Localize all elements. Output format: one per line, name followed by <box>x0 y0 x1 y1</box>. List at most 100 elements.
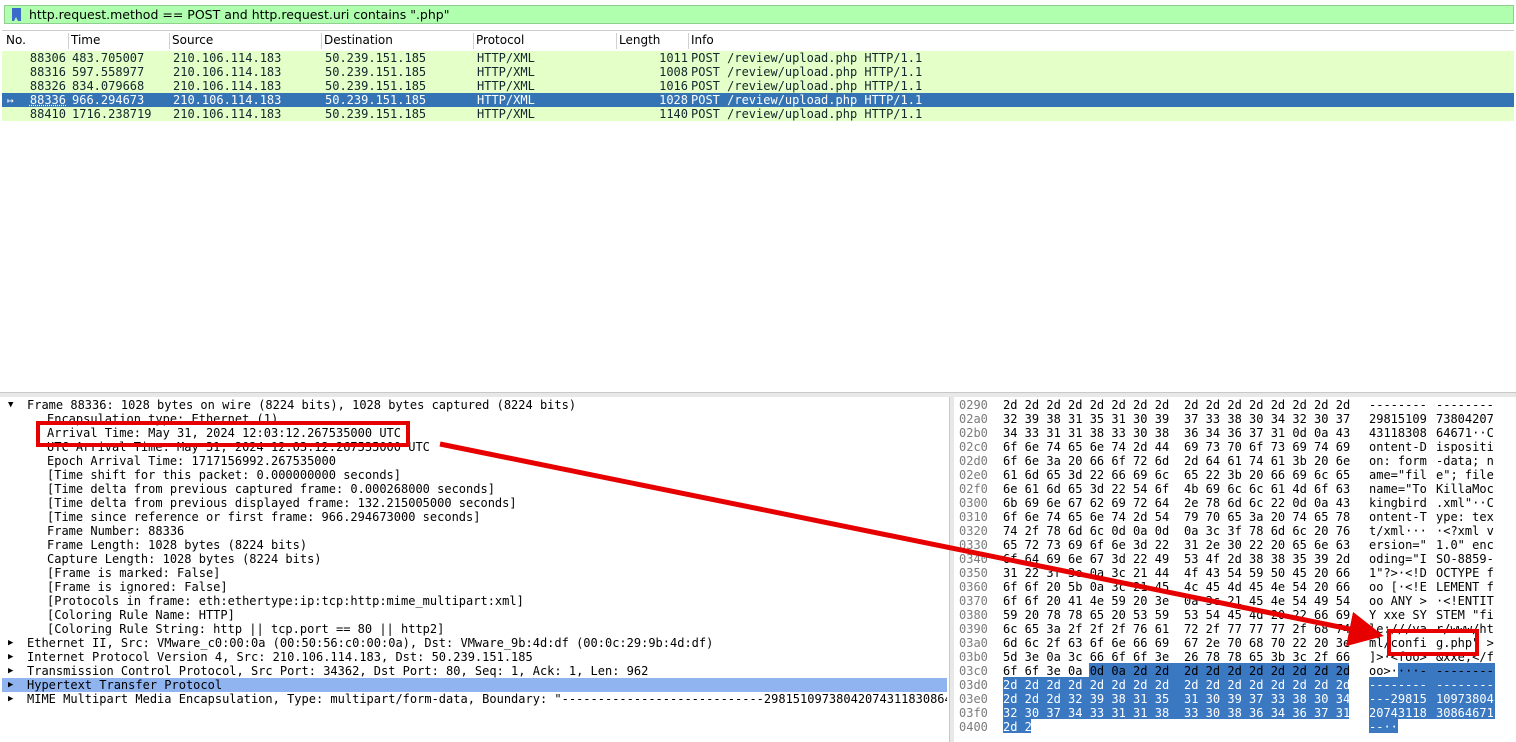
packet-list-header: No. Time Source Destination Protocol Len… <box>2 33 1514 49</box>
display-filter-bar[interactable]: http.request.method == POST and http.req… <box>4 5 1514 24</box>
hex-offset: 0400 <box>959 720 988 734</box>
packet-cell-time: 966.294673 <box>72 93 145 107</box>
expand-right-icon[interactable]: ▶ <box>8 678 13 692</box>
expand-right-icon[interactable]: ▶ <box>8 650 13 664</box>
hex-offset: 02d0 <box>959 454 988 468</box>
hex-ascii: ame="fil <box>1369 468 1427 482</box>
hex-offset: 03a0 <box>959 636 988 650</box>
detail-line[interactable]: ▶ Ethernet II, Src: VMware_c0:00:0a (00:5… <box>2 636 947 650</box>
detail-line[interactable]: Capture Length: 1028 bytes (8224 bits) <box>2 552 947 566</box>
detail-line[interactable]: [Time since reference or first frame: 96… <box>2 510 947 524</box>
hex-bytes: 59 20 78 78 65 20 53 59 <box>1003 608 1170 622</box>
pane-splitter-vertical[interactable] <box>949 397 954 742</box>
related-packet-icon: ↦ <box>7 94 14 107</box>
detail-text: [Time delta from previous captured frame… <box>47 482 495 496</box>
hex-bytes: 31 2e 30 22 20 65 6e 63 <box>1184 538 1351 552</box>
column-no[interactable]: No. <box>6 33 26 47</box>
hex-offset: 03c0 <box>959 664 988 678</box>
packet-list[interactable]: No. Time Source Destination Protocol Len… <box>2 30 1514 391</box>
hex-bytes: 6c 65 3a 2f 2f 2f 76 61 <box>1003 622 1170 636</box>
hex-bytes: 2d 2d 2d 32 39 38 31 35 <box>1003 692 1170 706</box>
hex-bytes: 6f 6f 3e 0a 0d 0a 2d 2d <box>1003 664 1170 678</box>
packet-row[interactable]: 88326 834.079668 210.106.114.183 50.239.151… <box>2 79 1514 93</box>
hex-ascii: STEM "fi <box>1436 608 1494 622</box>
hex-ascii: Y xxe SY <box>1369 608 1427 622</box>
hex-ascii: 20743118 <box>1369 706 1427 720</box>
packet-cell-len: 1028 <box>659 93 688 107</box>
detail-line[interactable]: [Coloring Rule Name: HTTP] <box>2 608 947 622</box>
packet-row[interactable]: 88410 1716.238719 210.106.114.183 50.239.15… <box>2 107 1514 121</box>
hex-ascii: ontent-D <box>1369 440 1427 454</box>
detail-text: Frame Length: 1028 bytes (8224 bits) <box>47 538 308 552</box>
hex-offset: 03b0 <box>959 650 988 664</box>
packet-row[interactable]: ↦ 88336 966.294673 210.106.114.183 50.239.15… <box>2 93 1514 107</box>
packet-cell-info: POST /review/upload.php HTTP/1.1 <box>691 79 923 93</box>
detail-line[interactable]: Frame Number: 88336 <box>2 524 947 538</box>
column-protocol[interactable]: Protocol <box>476 33 524 47</box>
hex-offset: 02f0 <box>959 482 988 496</box>
detail-line[interactable]: ▶ MIME Multipart Media Encapsulation, Typ… <box>2 692 947 706</box>
hex-ascii: LEMENT f <box>1436 580 1494 594</box>
hex-ascii: .xml"··C <box>1436 496 1494 510</box>
hex-bytes: 6d 6c 2f 63 6f 6e 66 69 <box>1003 636 1170 650</box>
hex-ascii: ---29815 <box>1369 692 1427 706</box>
column-length[interactable]: Length <box>619 33 660 47</box>
packet-details-pane[interactable]: ▼ Frame 88336: 1028 bytes on wire (8224 b… <box>2 397 947 742</box>
hex-bytes: 0a 3c 21 45 4e 54 49 54 <box>1184 594 1351 608</box>
packet-cell-info: POST /review/upload.php HTTP/1.1 <box>691 51 923 65</box>
packet-row[interactable]: 88306 483.705007 210.106.114.183 50.239.151… <box>2 51 1514 65</box>
detail-line[interactable]: ▶ Internet Protocol Version 4, Src: 210.1… <box>2 650 947 664</box>
expand-right-icon[interactable]: ▶ <box>8 636 13 650</box>
expand-down-icon[interactable]: ▼ <box>8 398 13 412</box>
detail-line[interactable]: ▶ Hypertext Transfer Protocol <box>2 678 947 692</box>
annotation-box-config-php <box>1387 629 1479 656</box>
hex-ascii: 10973804 <box>1436 692 1494 706</box>
packet-row[interactable]: 88316 597.558977 210.106.114.183 50.239.151… <box>2 65 1514 79</box>
detail-text: Epoch Arrival Time: 1717156992.267535000 <box>47 454 336 468</box>
bookmark-icon[interactable] <box>12 8 21 21</box>
packet-cell-proto: HTTP/XML <box>477 93 535 107</box>
hex-bytes: 5d 3e 0a 3c 66 6f 6f 3e <box>1003 650 1170 664</box>
column-time[interactable]: Time <box>71 33 100 47</box>
packet-cell-src: 210.106.114.183 <box>173 79 282 93</box>
detail-line[interactable]: Epoch Arrival Time: 1717156992.267535000 <box>2 454 947 468</box>
column-source[interactable]: Source <box>172 33 213 47</box>
packet-cell-src: 210.106.114.183 <box>173 93 282 107</box>
hex-bytes: 2d 2d 2d 2d 2d 2d 2d 2d <box>1003 678 1170 692</box>
expand-right-icon[interactable]: ▶ <box>8 692 13 706</box>
detail-line[interactable]: [Frame is ignored: False] <box>2 580 947 594</box>
hex-bytes: 6f 6e 74 65 6e 74 2d 44 <box>1003 440 1170 454</box>
expand-right-icon[interactable]: ▶ <box>8 664 13 678</box>
detail-text: [Time shift for this packet: 0.000000000… <box>47 468 402 482</box>
detail-line[interactable]: [Time delta from previous displayed fram… <box>2 496 947 510</box>
hex-offset: 02e0 <box>959 468 988 482</box>
detail-line[interactable]: ▶ Transmission Control Protocol, Src Port… <box>2 664 947 678</box>
packet-cell-len: 1140 <box>659 107 688 121</box>
column-info[interactable]: Info <box>691 33 714 47</box>
detail-line[interactable]: [Time delta from previous captured frame… <box>2 482 947 496</box>
hex-ascii: name="To <box>1369 482 1427 496</box>
hex-bytes: 33 30 38 36 34 36 37 31 <box>1184 706 1351 720</box>
detail-line[interactable]: ▼ Frame 88336: 1028 bytes on wire (8224 b… <box>2 398 947 412</box>
hex-ascii: -data; n <box>1436 454 1494 468</box>
detail-text: Hypertext Transfer Protocol <box>27 678 223 692</box>
detail-line[interactable]: [Coloring Rule String: http || tcp.port … <box>2 622 947 636</box>
hex-bytes: 31 22 3f 3e 0a 3c 21 44 <box>1003 566 1170 580</box>
detail-line[interactable]: Frame Length: 1028 bytes (8224 bits) <box>2 538 947 552</box>
packet-bytes-pane[interactable]: 0290 2d 2d 2d 2d 2d 2d 2d 2d 2d 2d 2d 2d 2… <box>955 397 1516 742</box>
detail-line[interactable]: [Frame is marked: False] <box>2 566 947 580</box>
detail-line[interactable]: [Protocols in frame: eth:ethertype:ip:tc… <box>2 594 947 608</box>
hex-bytes: 65 22 3b 20 66 69 6c 65 <box>1184 468 1351 482</box>
column-destination[interactable]: Destination <box>324 33 393 47</box>
packet-cell-time: 597.558977 <box>72 65 145 79</box>
detail-text: [Protocols in frame: eth:ethertype:ip:tc… <box>47 594 524 608</box>
detail-line[interactable]: [Time shift for this packet: 0.000000000… <box>2 468 947 482</box>
hex-bytes: 74 2f 78 6d 6c 0d 0a 0d <box>1003 524 1170 538</box>
display-filter-input[interactable]: http.request.method == POST and http.req… <box>29 7 449 22</box>
hex-ascii: oo [·<!E <box>1369 580 1427 594</box>
hex-ascii: 73804207 <box>1436 412 1494 426</box>
hex-bytes: 2d 2d 2d 2d 2d 2d 2d 2d <box>1184 678 1351 692</box>
hex-offset: 0360 <box>959 580 988 594</box>
packet-cell-proto: HTTP/XML <box>477 65 535 79</box>
hex-bytes: 2d 2d 2d 2d 2d 2d 2d 2d <box>1184 664 1351 678</box>
